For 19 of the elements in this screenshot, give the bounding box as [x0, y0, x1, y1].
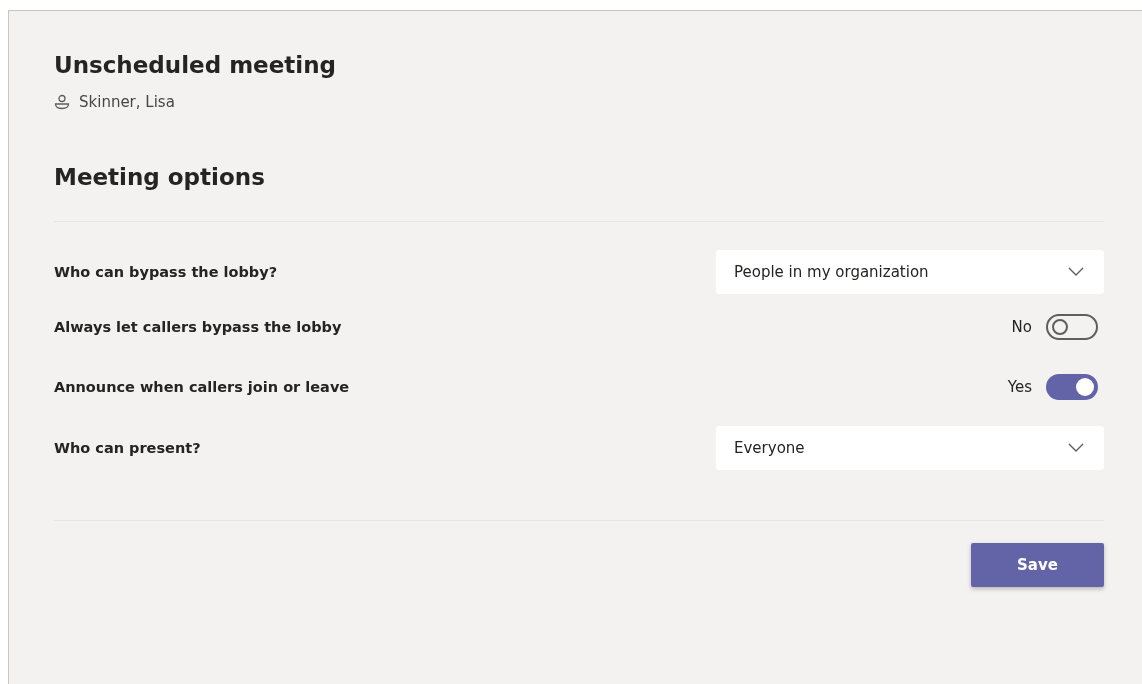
option-label: Always let callers bypass the lobby: [54, 319, 342, 335]
toggle-state-label: No: [1011, 318, 1032, 336]
option-label: Who can present?: [54, 440, 201, 456]
section-title: Meeting options: [54, 163, 266, 192]
toggle-state-label: Yes: [1007, 378, 1032, 396]
chevron-down-icon: [1068, 267, 1084, 277]
save-button[interactable]: Save: [971, 543, 1104, 587]
meeting-title: Unscheduled meeting: [54, 51, 338, 80]
option-label: Who can bypass the lobby?: [54, 264, 278, 280]
dropdown-value: People in my organization: [734, 263, 929, 281]
option-label: Announce when callers join or leave: [54, 379, 350, 395]
organizer-name: Skinner, Lisa: [79, 93, 175, 111]
option-dropdown[interactable]: People in my organization: [716, 250, 1104, 294]
option-dropdown[interactable]: Everyone: [716, 426, 1104, 470]
toggle-switch[interactable]: [1046, 374, 1098, 400]
dropdown-value: Everyone: [734, 439, 805, 457]
chevron-down-icon: [1068, 443, 1084, 453]
toggle-switch[interactable]: [1046, 314, 1098, 340]
person-icon: [54, 94, 70, 110]
